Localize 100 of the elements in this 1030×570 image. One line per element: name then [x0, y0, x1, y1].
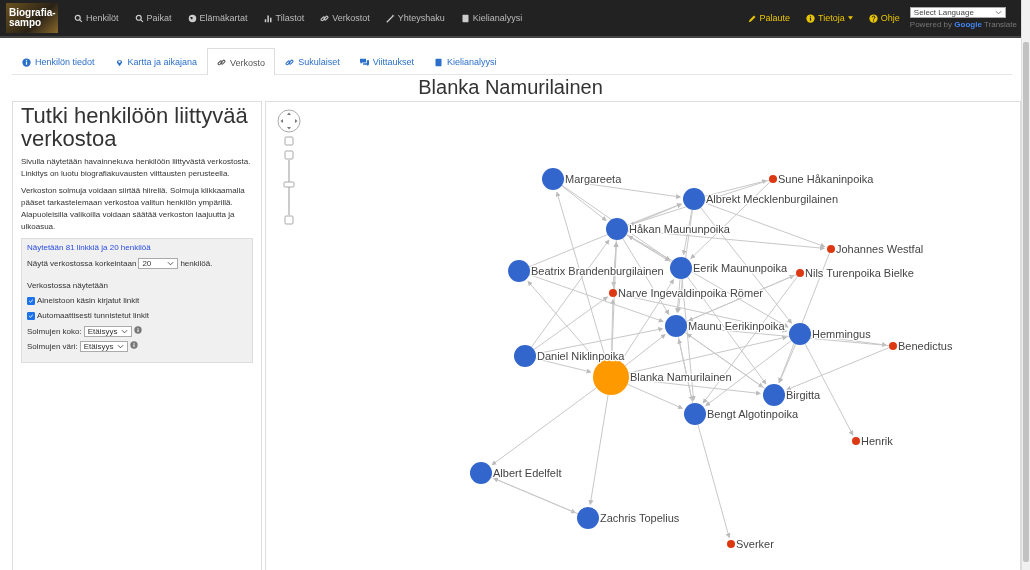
bars-icon [263, 13, 273, 23]
language-select[interactable]: Select Language [909, 7, 1006, 18]
caret-icon [116, 344, 124, 349]
checkbox[interactable] [27, 296, 35, 305]
summary-text: Näytetään 81 linkkiä ja 20 henkilöä [27, 243, 152, 252]
node-label: Johannes Westfal [836, 243, 924, 255]
nav-link[interactable]: Paikat [134, 13, 172, 23]
checkbox-label: Aineistoon käsin kirjatut linkit [37, 296, 140, 305]
node-label: Narve Ingevaldinpoika Römer [618, 287, 763, 299]
person-node[interactable] [827, 245, 835, 253]
search-icon [134, 13, 144, 23]
pencil-icon [747, 13, 757, 23]
select-label: Solmujen koko: [27, 327, 82, 336]
option-select[interactable]: Etäisyys [79, 341, 128, 352]
brand-logo: Google [954, 20, 982, 29]
person-node[interactable] [665, 315, 687, 337]
link-icon [217, 58, 227, 67]
person-node[interactable] [763, 384, 785, 406]
node-label: Nils Turenpoika Bielke [805, 267, 914, 279]
nav-link[interactable]: Palaute [747, 13, 791, 23]
caret-icon [994, 10, 1002, 15]
node-label: Birgitta [786, 389, 821, 401]
limit-select[interactable]: 20 [138, 258, 179, 269]
nav-link[interactable]: Tietoja [806, 13, 853, 23]
limit-label: Näytä verkostossa korkeintaan [27, 259, 137, 268]
person-node[interactable] [852, 437, 860, 445]
person-node[interactable] [889, 342, 897, 350]
person-node[interactable] [789, 323, 811, 345]
person-node[interactable] [514, 345, 536, 367]
checkbox-label: Automaattisesti tunnistetut linkit [37, 311, 150, 320]
link-icon [285, 57, 295, 67]
product-text: Translate [983, 20, 1017, 29]
powered-by-text: Powered by [909, 20, 953, 29]
option-select[interactable]: Etäisyys [83, 326, 132, 337]
description-text: Sivulla näytetään havainnekuva henkilöön liittyvästä verkostosta. Linkitys on luotu biografiakuvausten viittausten perusteella. [21, 156, 252, 180]
checkbox[interactable] [27, 311, 35, 320]
caret-icon [847, 16, 853, 20]
question-icon [868, 13, 878, 23]
node-label: Beatrix Brandenburgilainen [531, 265, 664, 277]
zoom-slider-handle[interactable] [283, 181, 295, 188]
node-label: Bengt Algotinpoika [707, 408, 799, 420]
node-label: Albert Edelfelt [493, 467, 562, 479]
caret-icon [120, 329, 128, 334]
nav-link[interactable]: Tilastot [263, 13, 305, 23]
nav-link[interactable]: Ohje [868, 13, 900, 23]
person-node[interactable] [683, 188, 705, 210]
tab[interactable]: Kielianalyysi [424, 48, 507, 74]
wand-icon [385, 13, 395, 23]
nav-link[interactable]: Verkostot [320, 13, 370, 23]
page-title: Blanka Namurilainen [417, 75, 604, 99]
globe-icon [187, 13, 197, 23]
info-icon[interactable] [129, 341, 138, 349]
description-text: Verkoston solmuja voidaan siirtää hiirellä. Solmuja klikkaamalla pääset tarkastelemaan verkostoa valitun henkilön ympärillä. Alapuoleisilla valikoilla voidaan säätää verkoston laajuutta ja ulkoasua. [21, 185, 246, 233]
nav-link[interactable]: Kielianalyysi [460, 13, 523, 23]
node-label: Maunu Eerikinpoika [688, 320, 785, 332]
nav-link[interactable]: Elämäkartat [187, 13, 248, 23]
tab[interactable]: Viittaukset [349, 48, 424, 74]
tab[interactable]: Verkosto [207, 48, 276, 75]
node-label: Henrik [861, 435, 893, 447]
node-label: Zachris Topelius [600, 512, 680, 524]
search-icon [74, 13, 83, 23]
book-icon [460, 13, 470, 23]
info-icon[interactable] [133, 326, 142, 334]
node-label: Blanka Namurilainen [630, 371, 732, 383]
node-label: Hemmingus [812, 328, 871, 340]
person-node[interactable] [508, 260, 530, 282]
person-node[interactable] [606, 218, 628, 240]
nav-link[interactable]: Yhteyshaku [385, 13, 445, 23]
node-label: Albrekt Mecklenburgilainen [706, 193, 839, 205]
node-label: Eerik Maununpoika [693, 262, 788, 274]
limit-unit: henkilöä. [180, 259, 213, 268]
person-node[interactable] [670, 257, 692, 279]
info-icon [806, 13, 816, 23]
person-node[interactable] [577, 507, 599, 529]
node-label: Sverker [736, 538, 774, 550]
person-node[interactable] [727, 540, 735, 548]
node-label: Håkan Maununpoika [629, 223, 730, 235]
tab[interactable]: Sukulaiset [275, 48, 350, 74]
scrollbar[interactable] [1021, 0, 1030, 570]
link-icon [320, 13, 330, 23]
marker-icon [114, 57, 124, 67]
panel-heading: Tutki henkilöön liittyvää verkostoa [21, 104, 249, 150]
person-node[interactable] [470, 462, 492, 484]
nav-link[interactable]: Henkilöt [74, 13, 119, 23]
node-label: Sune Håkaninpoika [778, 173, 874, 185]
person-node[interactable] [769, 175, 777, 183]
section-label: Verkostossa näytetään [27, 281, 109, 290]
node-label: Daniel Niklinpoika [537, 350, 625, 362]
tab[interactable]: Kartta ja aikajana [104, 48, 208, 74]
person-node[interactable] [609, 289, 617, 297]
person-node[interactable] [542, 168, 564, 190]
person-node[interactable] [796, 269, 804, 277]
node-label: Margareeta [565, 173, 622, 185]
caret-icon [167, 261, 175, 266]
logo[interactable]: Biografia- sampo [6, 3, 58, 33]
pan-control-icon[interactable] [277, 109, 301, 133]
person-node[interactable] [684, 403, 706, 425]
node-label: Benedictus [898, 340, 953, 352]
book-icon [434, 57, 443, 67]
tab[interactable]: Henkilön tiedot [12, 48, 105, 74]
